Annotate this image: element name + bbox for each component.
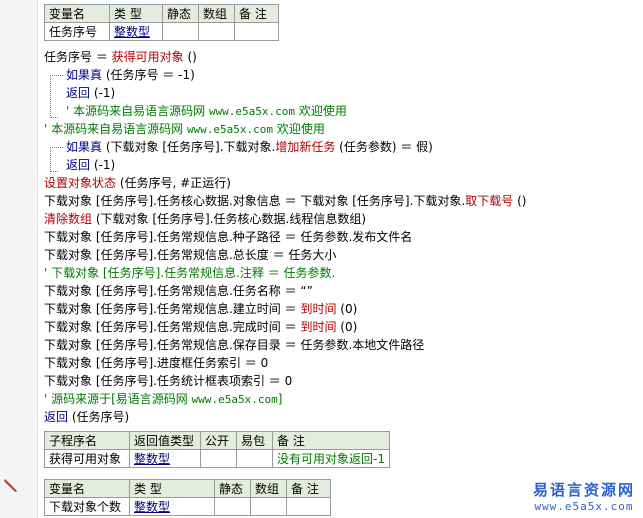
header-sub-name: 子程序名 (44, 431, 130, 450)
code-comment-line[interactable]: ' 本源码来自易语言源码网 www.e5a5x.com 欢迎使用 (44, 102, 526, 120)
header-array: 数组 (198, 4, 235, 23)
code-line[interactable]: 设置对象状态 (任务序号, #正运行) (44, 174, 526, 192)
header-return-type: 返回值类型 (129, 431, 201, 450)
var-type-cell[interactable]: 整数型 (129, 497, 215, 516)
header-note: 备 注 (234, 4, 279, 23)
code-line[interactable]: 下载对象 [任务序号].任务常规信息.总长度 ＝ 任务大小 (44, 246, 526, 264)
var-note-cell[interactable] (234, 22, 279, 41)
code-line[interactable]: 清除数组 (下载对象 [任务序号].任务核心数据.线程信息数组) (44, 210, 526, 228)
code-line[interactable]: 下载对象 [任务序号].任务常规信息.任务名称 ＝ “” (44, 282, 526, 300)
code-line[interactable]: 下载对象 [任务序号].任务常规信息.建立时间 ＝ 到时间 (0) (44, 300, 526, 318)
header-static: 静态 (214, 479, 251, 498)
code-line[interactable]: 下载对象 [任务序号].任务常规信息.种子路径 ＝ 任务参数.发布文件名 (44, 228, 526, 246)
code-editor[interactable]: 任务序号 ＝ 获得可用对象 () 如果真 (任务序号 ＝ -1) 返回 (-1)… (44, 48, 526, 426)
var-array-cell[interactable] (250, 497, 287, 516)
header-array: 数组 (250, 479, 287, 498)
watermark-url: www.e5a5x.com (534, 500, 634, 513)
watermark-title: 易语言资源网 (532, 481, 635, 499)
code-line[interactable]: 下载对象 [任务序号].任务核心数据.对象信息 ＝ 下载对象 [任务序号].下载… (44, 192, 526, 210)
code-line[interactable]: 下载对象 [任务序号].任务常规信息.保存目录 ＝ 任务参数.本地文件路径 (44, 336, 526, 354)
var-array-cell[interactable] (198, 22, 235, 41)
sub-name-cell[interactable]: 获得可用对象 (44, 449, 130, 468)
code-line[interactable]: 下载对象 [任务序号].任务常规信息.完成时间 ＝ 到时间 (0) (44, 318, 526, 336)
sub-epkg-cell[interactable] (236, 449, 273, 468)
code-line[interactable]: 如果真 (任务序号 ＝ -1) (44, 66, 526, 84)
code-line[interactable]: 返回 (任务序号) (44, 408, 526, 426)
var-static-cell[interactable] (162, 22, 199, 41)
header-var-name: 变量名 (44, 4, 110, 23)
sub-return-type-cell[interactable]: 整数型 (129, 449, 201, 468)
var-static-cell[interactable] (214, 497, 251, 516)
var-note-cell[interactable] (286, 497, 331, 516)
code-comment-line[interactable]: ' 本源码来自易语言源码网 www.e5a5x.com 欢迎使用 (44, 120, 526, 138)
header-type: 类 型 (129, 479, 215, 498)
header-var-name: 变量名 (44, 479, 130, 498)
code-line[interactable]: 返回 (-1) (44, 84, 526, 102)
sub-public-cell[interactable] (200, 449, 237, 468)
header-sub-note: 备 注 (272, 431, 390, 450)
sub-note-cell[interactable]: 没有可用对象返回-1 (272, 449, 390, 468)
code-line[interactable]: 任务序号 ＝ 获得可用对象 () (44, 48, 526, 66)
site-watermark: 易语言资源网 www.e5a5x.com (533, 479, 635, 513)
var-name-cell[interactable]: 下载对象个数 (44, 497, 130, 516)
var-name-cell[interactable]: 任务序号 (44, 22, 110, 41)
subroutine-table: 子程序名 返回值类型 公开 易包 备 注 获得可用对象 整数型 没有可用对象返回… (44, 431, 390, 468)
code-line[interactable]: 返回 (-1) (44, 156, 526, 174)
local-variable-table: 变量名 类 型 静态 数组 备 注 任务序号 整数型 (44, 4, 279, 41)
var-type-cell[interactable]: 整数型 (109, 22, 163, 41)
pencil-icon (4, 479, 17, 492)
line-gutter (0, 0, 38, 518)
header-public: 公开 (200, 431, 237, 450)
header-note: 备 注 (286, 479, 331, 498)
code-comment-line[interactable]: ' 下载对象 [任务序号].任务常规信息.注释 ＝ 任务参数. (44, 264, 526, 282)
code-line[interactable]: 下载对象 [任务序号].任务统计框表项索引 ＝ 0 (44, 372, 526, 390)
header-type: 类 型 (109, 4, 163, 23)
local-variable-table-2: 变量名 类 型 静态 数组 备 注 下载对象个数 整数型 (44, 479, 331, 516)
header-epkg: 易包 (236, 431, 273, 450)
code-comment-line[interactable]: ' 源码来源于[易语言源码网 www.e5a5x.com] (44, 390, 526, 408)
header-static: 静态 (162, 4, 199, 23)
code-line[interactable]: 如果真 (下载对象 [任务序号].下载对象.增加新任务 (任务参数) ＝ 假) (44, 138, 526, 156)
code-line[interactable]: 下载对象 [任务序号].进度框任务索引 ＝ 0 (44, 354, 526, 372)
